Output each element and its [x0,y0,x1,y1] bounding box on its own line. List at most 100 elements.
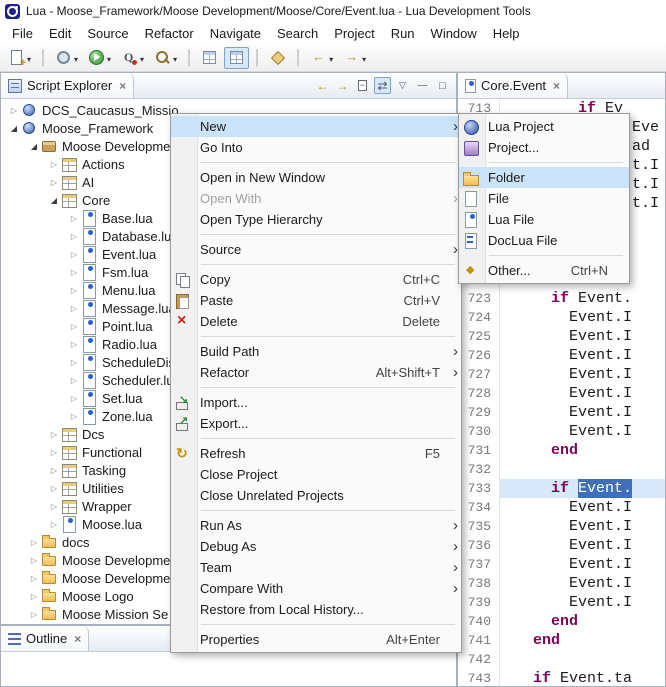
code-line[interactable]: 725 Event.I [458,327,665,346]
menu-item[interactable]: Open in New Window [171,167,461,188]
menu-item[interactable]: New [171,116,461,137]
menu-item[interactable]: DocLua File [459,230,629,251]
menu-item[interactable]: Export... [171,413,461,434]
toolbar-button[interactable] [297,49,299,67]
menu-item[interactable]: Lua Project [459,116,629,137]
code-line[interactable]: 730 Event.I [458,422,665,441]
code-line[interactable]: 729 Event.I [458,403,665,422]
expand-arrow-icon[interactable] [7,106,21,115]
menu-item[interactable]: Close Unrelated Projects [171,485,461,506]
expand-arrow-icon[interactable] [47,484,61,493]
view-toolbar-icon[interactable] [394,77,411,94]
code-line[interactable]: 724 Event.I [458,308,665,327]
menu-item[interactable]: Folder [459,167,629,188]
expand-arrow-icon[interactable] [47,178,61,187]
expand-arrow-icon[interactable] [7,124,21,133]
menubar-item[interactable]: Help [485,24,528,43]
menu-item[interactable]: Lua File [459,209,629,230]
code-line[interactable]: 737 Event.I [458,555,665,574]
expand-arrow-icon[interactable] [67,286,81,295]
expand-arrow-icon[interactable] [47,160,61,169]
view-toolbar-icon[interactable] [414,77,431,94]
toolbar-button[interactable] [117,47,148,69]
code-line[interactable]: 728 Event.I [458,384,665,403]
toolbar-button[interactable] [265,47,290,69]
expand-arrow-icon[interactable] [47,430,61,439]
menubar-item[interactable]: Navigate [202,24,269,43]
view-toolbar-icon[interactable] [334,77,351,94]
expand-arrow-icon[interactable] [47,502,61,511]
menu-item[interactable]: Open With [171,188,461,209]
menubar-item[interactable]: Run [383,24,423,43]
menu-item[interactable]: Paste Ctrl+V [171,290,461,311]
menu-item[interactable]: Delete Delete [171,311,461,332]
menu-item[interactable]: Compare With [171,578,461,599]
toolbar-button[interactable] [256,49,258,67]
expand-arrow-icon[interactable] [67,268,81,277]
expand-arrow-icon[interactable] [67,394,81,403]
menubar-item[interactable]: File [4,24,41,43]
view-toolbar-icon[interactable] [434,77,451,94]
dropdown-caret-icon[interactable] [327,50,333,65]
menu-item[interactable]: Refresh F5 [171,443,461,464]
expand-arrow-icon[interactable] [27,142,41,151]
toolbar-button[interactable] [224,47,249,69]
menubar-item[interactable]: Refactor [137,24,202,43]
code-line[interactable]: 732 [458,460,665,479]
code-line[interactable]: 727 Event.I [458,365,665,384]
menu-item[interactable]: Close Project [171,464,461,485]
menu-item[interactable]: Properties Alt+Enter [171,629,461,650]
toolbar-button[interactable] [84,47,115,69]
close-icon[interactable]: × [119,79,126,93]
expand-arrow-icon[interactable] [27,556,41,565]
menu-item[interactable] [171,230,461,239]
expand-arrow-icon[interactable] [67,412,81,421]
menubar-item[interactable]: Window [423,24,485,43]
expand-arrow-icon[interactable] [47,448,61,457]
toolbar-button[interactable] [4,47,35,69]
code-line[interactable]: 740 end [458,612,665,631]
code-line[interactable]: 731 end [458,441,665,460]
menu-item[interactable]: Debug As [171,536,461,557]
expand-arrow-icon[interactable] [67,322,81,331]
expand-arrow-icon[interactable] [27,610,41,619]
expand-arrow-icon[interactable] [27,592,41,601]
toolbar-button[interactable] [42,49,44,67]
expand-arrow-icon[interactable] [67,214,81,223]
menubar-item[interactable]: Edit [41,24,79,43]
dropdown-caret-icon[interactable] [72,50,78,65]
menubar-item[interactable]: Project [326,24,382,43]
menubar-item[interactable]: Search [269,24,326,43]
menu-item[interactable]: Run As [171,515,461,536]
toolbar-button[interactable] [188,49,190,67]
tab-script-explorer[interactable]: Script Explorer × [1,73,134,98]
menu-item[interactable]: Source [171,239,461,260]
code-line[interactable]: 735 Event.I [458,517,665,536]
menu-item[interactable] [171,158,461,167]
view-toolbar-icon[interactable] [354,77,371,94]
code-line[interactable]: 741 end [458,631,665,650]
expand-arrow-icon[interactable] [67,250,81,259]
expand-arrow-icon[interactable] [67,376,81,385]
view-toolbar-icon[interactable] [314,77,331,94]
code-line[interactable]: 743 if Event.ta [458,669,665,686]
close-icon[interactable]: × [553,79,560,93]
code-line[interactable]: 742 [458,650,665,669]
dropdown-caret-icon[interactable] [105,50,111,65]
dropdown-caret-icon[interactable] [360,50,366,65]
menu-item[interactable] [171,383,461,392]
menu-item[interactable] [459,158,629,167]
toolbar-button[interactable] [339,47,370,69]
menu-item[interactable]: Restore from Local History... [171,599,461,620]
expand-arrow-icon[interactable] [47,466,61,475]
menu-item[interactable]: Team [171,557,461,578]
toolbar-button[interactable] [51,47,82,69]
menu-item[interactable]: Refactor Alt+Shift+T [171,362,461,383]
editor-tab[interactable]: Core.Event × [458,73,568,98]
expand-arrow-icon[interactable] [67,358,81,367]
menu-item[interactable]: Go Into [171,137,461,158]
menu-item[interactable]: Build Path [171,341,461,362]
expand-arrow-icon[interactable] [27,538,41,547]
toolbar-button[interactable] [197,47,222,69]
menu-item[interactable] [171,260,461,269]
